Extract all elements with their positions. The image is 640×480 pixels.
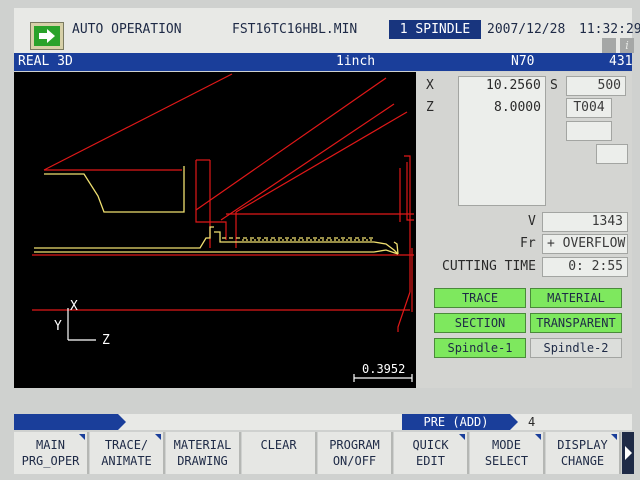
empty-field-1	[566, 121, 612, 141]
sequence-number: N70	[511, 54, 535, 69]
pre-input-field[interactable]: 4	[526, 414, 634, 430]
input-strip: PRE (ADD) 4	[14, 414, 632, 430]
spindle-speed: 500	[566, 76, 626, 96]
cutting-time-label: CUTTING TIME	[442, 259, 536, 274]
spindle-badge: 1 SPINDLE	[389, 20, 481, 39]
tool-number: T004	[566, 98, 612, 118]
line-number: 431	[609, 54, 633, 69]
status-bar: AUTO OPERATION FST16TC16HBL.MIN 1 SPINDL…	[14, 8, 640, 58]
z-value: 8.0000	[494, 100, 541, 115]
section-button[interactable]: SECTION	[434, 313, 526, 333]
z-label: Z	[426, 100, 434, 115]
next-page-arrow-icon[interactable]	[622, 432, 634, 474]
info-icon[interactable]: i	[620, 38, 634, 53]
part-profile	[34, 166, 399, 255]
mode-select-key[interactable]: MODE SELECT	[470, 432, 545, 474]
surface-speed: 1343	[542, 212, 628, 232]
v-label: V	[528, 214, 536, 229]
trace-animate-key[interactable]: TRACE/ ANIMATE	[90, 432, 165, 474]
clear-key[interactable]: CLEAR	[242, 432, 317, 474]
submenu-marker-icon	[459, 434, 465, 440]
unit-label: 1inch	[336, 54, 376, 69]
submenu-marker-icon	[535, 434, 541, 440]
s-label: S	[550, 78, 558, 93]
view-header: REAL 3D 1inch N70 431	[14, 53, 632, 71]
submenu-marker-icon	[611, 434, 617, 440]
transparent-button[interactable]: TRANSPARENT	[530, 313, 622, 333]
display-change-key[interactable]: DISPLAY CHANGE	[546, 432, 621, 474]
trace-button[interactable]: TRACE	[434, 288, 526, 308]
submenu-marker-icon	[155, 434, 161, 440]
operation-mode: AUTO OPERATION	[72, 22, 182, 37]
position-panel: X 10.2560 Z 8.0000 S 500 T004 V 1343 Fr …	[416, 72, 632, 388]
fr-label: Fr	[520, 236, 536, 251]
simulation-view[interactable]: X Y Z 0.3952	[14, 72, 416, 388]
document-icon[interactable]	[602, 38, 616, 53]
axis-x-label: X	[70, 299, 78, 314]
material-button[interactable]: MATERIAL	[530, 288, 622, 308]
view-name: REAL 3D	[18, 54, 73, 69]
axis-position-box	[458, 76, 546, 206]
x-value: 10.2560	[486, 78, 541, 93]
submenu-marker-icon	[79, 434, 85, 440]
spindle-1-button[interactable]: Spindle-1	[434, 338, 526, 358]
program-on-off-key[interactable]: PROGRAM ON/OFF	[318, 432, 393, 474]
toolpath-lines	[32, 73, 414, 332]
quick-edit-key[interactable]: QUICK EDIT	[394, 432, 469, 474]
program-name: FST16TC16HBL.MIN	[232, 22, 358, 37]
softkey-bar: MAIN PRG_OPER TRACE/ ANIMATE MATERIAL DR…	[14, 432, 632, 476]
axis-y-label: Y	[54, 319, 62, 334]
spindle-2-button[interactable]: Spindle-2	[530, 338, 622, 358]
empty-field-2	[596, 144, 628, 164]
pre-label: PRE (ADD)	[402, 414, 510, 430]
material-drawing-key[interactable]: MATERIAL DRAWING	[166, 432, 241, 474]
axis-z-label: Z	[102, 333, 110, 348]
cnc-screen: AUTO OPERATION FST16TC16HBL.MIN 1 SPINDL…	[0, 0, 640, 480]
feedrate: + OVERFLOW	[542, 234, 628, 254]
strip-marker	[14, 414, 118, 430]
date: 2007/12/28	[487, 22, 566, 37]
go-arrow-icon[interactable]	[30, 22, 64, 50]
main-prg-oper-key[interactable]: MAIN PRG_OPER	[14, 432, 89, 474]
scale-value: 0.3952	[362, 362, 406, 376]
clock: 11:32:29	[579, 22, 640, 37]
x-label: X	[426, 78, 434, 93]
cutting-time: 0: 2:55	[542, 257, 628, 277]
